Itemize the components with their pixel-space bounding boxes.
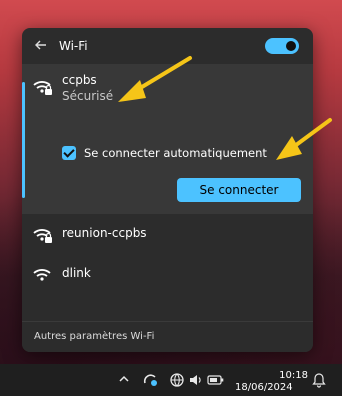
wifi-panel: Wi-Fi ccpbs Sécurisé Se connecter automa…: [22, 28, 313, 352]
tray-app-icon[interactable]: [142, 372, 158, 391]
connect-button[interactable]: Se connecter: [177, 178, 301, 202]
network-item-reunion-ccpbs[interactable]: reunion-ccpbs: [22, 214, 313, 254]
notification-bell-icon[interactable]: [312, 372, 326, 391]
auto-connect-row[interactable]: Se connecter automatiquement: [62, 146, 267, 160]
network-name: dlink: [62, 266, 91, 280]
chevron-up-icon[interactable]: [118, 373, 130, 388]
panel-title: Wi-Fi: [59, 39, 88, 53]
back-arrow-icon[interactable]: [34, 38, 48, 52]
clock-date: 18/06/2024: [235, 382, 293, 393]
taskbar: 10:18 18/06/2024: [0, 364, 342, 396]
toggle-knob: [286, 41, 296, 51]
panel-footer: Autres paramètres Wi-Fi: [22, 321, 313, 352]
wifi-secure-icon: [32, 78, 54, 96]
auto-connect-label: Se connecter automatiquement: [84, 146, 267, 160]
network-item-dlink[interactable]: dlink: [22, 254, 313, 294]
wifi-icon: [32, 266, 54, 284]
volume-icon[interactable]: [188, 372, 204, 391]
network-globe-icon[interactable]: [169, 372, 185, 391]
network-item-ccpbs[interactable]: ccpbs Sécurisé Se connecter automatiquem…: [22, 64, 313, 214]
wifi-secure-icon: [32, 226, 54, 244]
active-indicator: [22, 82, 25, 198]
clock-time: 10:18: [279, 370, 308, 381]
battery-icon[interactable]: [207, 372, 225, 391]
wifi-toggle[interactable]: [265, 38, 299, 54]
network-name: reunion-ccpbs: [62, 226, 147, 240]
more-wifi-settings-link[interactable]: Autres paramètres Wi-Fi: [34, 331, 154, 342]
wifi-header: Wi-Fi: [22, 28, 313, 64]
network-status: Sécurisé: [62, 89, 114, 103]
network-name: ccpbs: [62, 73, 97, 87]
auto-connect-checkbox[interactable]: [62, 146, 76, 160]
